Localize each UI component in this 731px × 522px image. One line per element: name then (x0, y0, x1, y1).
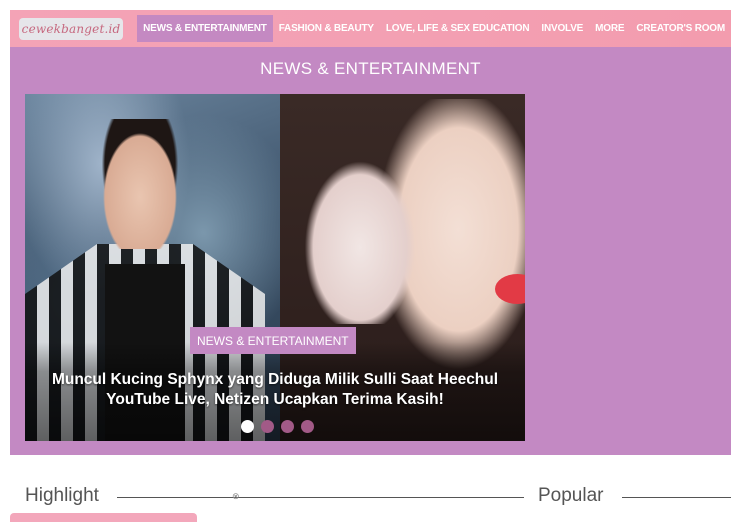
nav-item-news-entertainment[interactable]: NEWS & ENTERTAINMENT (137, 15, 273, 42)
nav-item-fashion-beauty[interactable]: FASHION & BEAUTY (273, 15, 380, 42)
popular-heading: Popular (538, 485, 604, 506)
close-icon: ⊗ (232, 491, 240, 501)
nav-item-love-life-sex-education[interactable]: LOVE, LIFE & SEX EDUCATION (380, 15, 536, 42)
sphynx-cat (300, 154, 420, 324)
top-navigation-bar: cewekbanget.id NEWS & ENTERTAINMENT FASH… (10, 10, 731, 47)
nav-item-more[interactable]: MORE (589, 15, 630, 42)
nav-item-creators-room[interactable]: CREATOR'S ROOM (630, 15, 731, 42)
popular-divider (622, 497, 731, 498)
highlight-heading: Highlight (25, 485, 99, 506)
highlight-divider (117, 497, 524, 498)
main-nav: NEWS & ENTERTAINMENT FASHION & BEAUTY LO… (137, 10, 731, 47)
featured-slider[interactable]: NEWS & ENTERTAINMENT Muncul Kucing Sphyn… (25, 94, 525, 441)
site-logo[interactable]: cewekbanget.id (19, 17, 124, 40)
person-left-head (95, 119, 185, 249)
slide-title[interactable]: Muncul Kucing Sphynx yang Diduga Milik S… (25, 370, 525, 410)
slide-category-badge[interactable]: NEWS & ENTERTAINMENT (190, 327, 356, 354)
slider-dots (241, 420, 314, 433)
slider-dot-3[interactable] (281, 420, 294, 433)
nav-item-involve[interactable]: INVOLVE (535, 15, 589, 42)
section-title: NEWS & ENTERTAINMENT (260, 59, 481, 78)
slider-dot-2[interactable] (261, 420, 274, 433)
slider-dot-4[interactable] (301, 420, 314, 433)
highlight-card-top (10, 513, 197, 522)
slider-dot-1[interactable] (241, 420, 254, 433)
